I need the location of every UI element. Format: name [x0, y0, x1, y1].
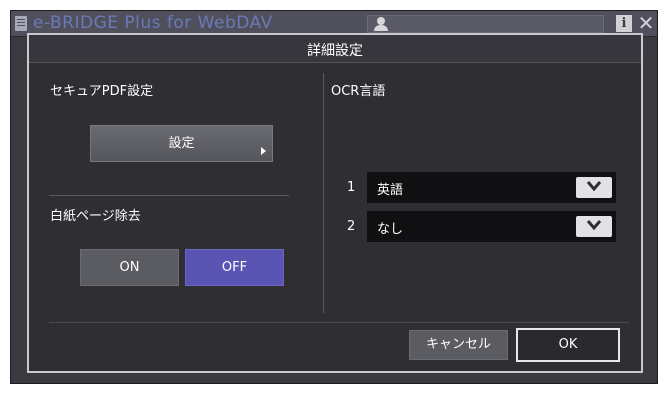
column-divider	[323, 73, 324, 313]
blank-page-off-button[interactable]: OFF	[185, 249, 284, 286]
ocr-language-value: なし	[377, 222, 404, 237]
settings-button-label: 設定	[168, 136, 195, 151]
ok-button[interactable]: OK	[516, 328, 620, 362]
dialog-title: 詳細設定	[307, 43, 363, 59]
close-icon[interactable]: ✕	[636, 13, 656, 33]
ocr-dropdown-button[interactable]	[576, 177, 612, 198]
footer-divider	[49, 322, 629, 323]
dialog-header: 詳細設定	[29, 35, 641, 63]
ocr-language-number: 1	[347, 180, 356, 195]
triangle-right-icon	[261, 147, 266, 155]
blank-page-on-button[interactable]: ON	[80, 249, 179, 286]
chevron-down-icon	[586, 181, 602, 192]
ocr-language-value: 英語	[377, 183, 404, 198]
ocr-language-select-2[interactable]: なし	[367, 211, 616, 242]
ocr-language-number: 2	[347, 219, 356, 234]
info-icon[interactable]: i	[616, 15, 632, 32]
secure-pdf-settings-button[interactable]: 設定	[90, 125, 273, 162]
section-divider	[49, 195, 289, 196]
ocr-language-select-1[interactable]: 英語	[367, 172, 616, 203]
chevron-down-icon	[586, 220, 602, 231]
cancel-button[interactable]: キャンセル	[409, 330, 508, 360]
secure-pdf-label: セキュアPDF設定	[50, 84, 154, 99]
blank-page-removal-label: 白紙ページ除去	[50, 209, 141, 224]
advanced-settings-dialog: 詳細設定 セキュアPDF設定 設定 白紙ページ除去 ON OFF OCR言語 1…	[27, 33, 643, 373]
document-icon	[15, 16, 27, 31]
user-icon	[374, 17, 388, 31]
app-title: e-BRIDGE Plus for WebDAV	[33, 13, 273, 33]
ocr-language-label: OCR言語	[331, 84, 386, 99]
ocr-dropdown-button[interactable]	[576, 216, 612, 237]
user-box[interactable]	[367, 15, 604, 33]
